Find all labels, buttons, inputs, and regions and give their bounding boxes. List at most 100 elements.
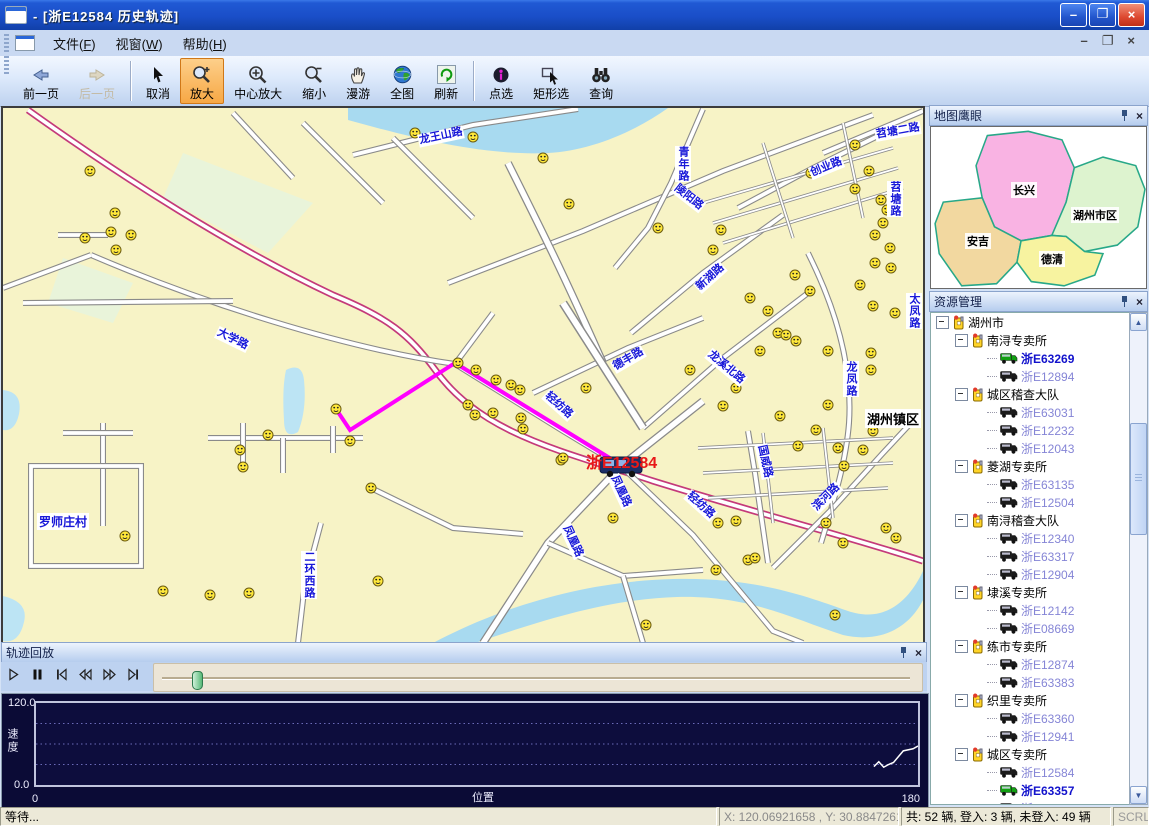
poi-smiley-marker bbox=[882, 205, 892, 215]
tree-vehicle-item[interactable]: 浙E63357 bbox=[931, 781, 1130, 799]
playback-pause-button[interactable] bbox=[26, 665, 49, 688]
toolbar-button-cursor[interactable]: 取消 bbox=[136, 58, 180, 104]
toolbar-button-zoom-center[interactable]: 中心放大 bbox=[224, 58, 292, 104]
tree-vehicle-item[interactable]: 浙E09387 bbox=[931, 799, 1130, 805]
playback-step-end-button[interactable] bbox=[122, 665, 145, 688]
scroll-up-icon[interactable]: ▲ bbox=[1130, 313, 1147, 331]
toolbar-button-rect-select[interactable]: 矩形选 bbox=[523, 58, 579, 104]
tree-vehicle-item[interactable]: 浙E08669 bbox=[931, 619, 1130, 637]
toolbar-button-zoom-out[interactable]: 缩小 bbox=[292, 58, 336, 104]
tree-group-item[interactable]: 织里专卖所 bbox=[931, 691, 1130, 709]
playback-step-start-button[interactable] bbox=[50, 665, 73, 688]
tree-collapse-icon[interactable] bbox=[955, 514, 968, 527]
tree-group-item[interactable]: 菱湖专卖所 bbox=[931, 457, 1130, 475]
tree-collapse-icon[interactable] bbox=[955, 640, 968, 653]
tree-group-item[interactable]: 埭溪专卖所 bbox=[931, 583, 1130, 601]
toolbar-button-zoom-in[interactable]: 放大 bbox=[180, 58, 224, 104]
minimize-button[interactable]: – bbox=[1060, 3, 1087, 27]
toolbar-button-globe[interactable]: 全图 bbox=[380, 58, 424, 104]
tree-vehicle-item[interactable]: 浙E63135 bbox=[931, 475, 1130, 493]
mdi-restore-button[interactable]: ❐ bbox=[1102, 33, 1114, 49]
truck-offline-icon bbox=[1000, 496, 1018, 508]
poi-smiley-marker bbox=[858, 445, 868, 455]
tree-collapse-icon[interactable] bbox=[955, 388, 968, 401]
toolbar-button-arrow-back[interactable]: 前一页 bbox=[13, 58, 69, 104]
restore-button[interactable]: ❐ bbox=[1089, 3, 1116, 27]
app-icon bbox=[5, 6, 27, 24]
tree-vehicle-item[interactable]: 浙E12584 bbox=[931, 763, 1130, 781]
poi-smiley-marker bbox=[111, 245, 121, 255]
cursor-icon bbox=[148, 63, 168, 87]
status-coordinates: X: 120.06921658 , Y: 30.88472612 bbox=[719, 807, 899, 826]
tree-group-item[interactable]: 城区专卖所 bbox=[931, 745, 1130, 763]
playback-slider[interactable] bbox=[153, 663, 923, 692]
playback-play-button[interactable] bbox=[2, 665, 25, 688]
playback-rewind-button[interactable] bbox=[74, 665, 97, 688]
tree-vehicle-item[interactable]: 浙E12874 bbox=[931, 655, 1130, 673]
poi-smiley-marker bbox=[331, 404, 341, 414]
tree-collapse-icon[interactable] bbox=[936, 316, 949, 329]
tree-vehicle-item[interactable]: 浙E12043 bbox=[931, 439, 1130, 457]
close-icon[interactable]: × bbox=[1136, 295, 1143, 309]
mdi-close-button[interactable]: × bbox=[1127, 33, 1135, 49]
pin-icon[interactable] bbox=[1120, 110, 1129, 121]
close-icon[interactable]: × bbox=[915, 646, 922, 660]
menu-item-2[interactable]: 帮助(H) bbox=[173, 31, 237, 56]
tree-vehicle-item[interactable]: 浙E12894 bbox=[931, 367, 1130, 385]
map-canvas[interactable]: 龙王山路青年路陵阳路创业路苕塘二路苕塘路新湖路大学路德丰路龙溪北路轻纺路轻纺路龙… bbox=[1, 106, 925, 645]
tree-vehicle-item[interactable]: 浙E12232 bbox=[931, 421, 1130, 439]
tree-collapse-icon[interactable] bbox=[955, 748, 968, 761]
tree-scrollbar[interactable]: ▲ ▼ bbox=[1129, 312, 1148, 805]
tree-item-label: 城区稽查大队 bbox=[987, 386, 1059, 403]
toolbar-button-arrow-forward[interactable]: 后一页 bbox=[69, 58, 125, 104]
toolbar-button-binoculars[interactable]: 查询 bbox=[579, 58, 623, 104]
tree-collapse-icon[interactable] bbox=[955, 586, 968, 599]
menu-item-0[interactable]: 文件(F) bbox=[43, 31, 106, 56]
tree-group-item[interactable]: 南浔稽查大队 bbox=[931, 511, 1130, 529]
truck-offline-icon bbox=[1000, 478, 1018, 490]
scrollbar-thumb[interactable] bbox=[1130, 423, 1147, 535]
close-icon[interactable]: × bbox=[1136, 109, 1143, 123]
close-button[interactable]: × bbox=[1118, 3, 1145, 27]
tree-vehicle-item[interactable]: 浙E12340 bbox=[931, 529, 1130, 547]
tree-vehicle-item[interactable]: 浙E12504 bbox=[931, 493, 1130, 511]
tree-collapse-icon[interactable] bbox=[955, 460, 968, 473]
playback-panel: 轨迹回放 × 120.0 0.0 速度 0 位置 180 bbox=[1, 642, 927, 806]
mdi-window-icon[interactable] bbox=[15, 35, 35, 51]
toolbar-grip[interactable] bbox=[4, 56, 9, 74]
toolbar-grip[interactable] bbox=[4, 34, 9, 52]
toolbar-button-info[interactable]: 点选 bbox=[479, 58, 523, 104]
tree-vehicle-item[interactable]: 浙E12904 bbox=[931, 565, 1130, 583]
tree-item-label: 浙E63317 bbox=[1021, 548, 1074, 565]
tree-vehicle-item[interactable]: 浙E63360 bbox=[931, 709, 1130, 727]
map-graphics bbox=[3, 108, 923, 643]
toolbar-button-refresh[interactable]: 刷新 bbox=[424, 58, 468, 104]
slider-track[interactable] bbox=[162, 677, 910, 679]
tree-collapse-icon[interactable] bbox=[955, 334, 968, 347]
tree-item-label: 浙E12584 bbox=[1021, 764, 1074, 781]
tree-group-item[interactable]: 南浔专卖所 bbox=[931, 331, 1130, 349]
eagle-eye-map[interactable]: 长兴湖州市区安吉德清 bbox=[930, 126, 1147, 289]
tree-vehicle-item[interactable]: 浙E63383 bbox=[931, 673, 1130, 691]
poi-smiley-marker bbox=[793, 441, 803, 451]
tree-collapse-icon[interactable] bbox=[955, 694, 968, 707]
playback-fast-forward-button[interactable] bbox=[98, 665, 121, 688]
pin-icon[interactable] bbox=[899, 647, 908, 658]
poi-smiley-marker bbox=[120, 531, 130, 541]
tree-group-item[interactable]: 练市专卖所 bbox=[931, 637, 1130, 655]
tree-vehicle-item[interactable]: 浙E63317 bbox=[931, 547, 1130, 565]
tree-vehicle-item[interactable]: 浙E63031 bbox=[931, 403, 1130, 421]
tree-vehicle-item[interactable]: 浙E12941 bbox=[931, 727, 1130, 745]
pin-icon[interactable] bbox=[1120, 296, 1129, 307]
poi-smiley-marker bbox=[711, 565, 721, 575]
tree-vehicle-item[interactable]: 浙E12142 bbox=[931, 601, 1130, 619]
mdi-minimize-button[interactable]: – bbox=[1081, 33, 1088, 49]
poi-smiley-marker bbox=[685, 365, 695, 375]
tree-vehicle-item[interactable]: 浙E63269 bbox=[931, 349, 1130, 367]
scroll-down-icon[interactable]: ▼ bbox=[1130, 786, 1147, 804]
toolbar-button-hand[interactable]: 漫游 bbox=[336, 58, 380, 104]
slider-thumb[interactable] bbox=[192, 671, 203, 690]
tree-group-item[interactable]: 湖州市 bbox=[931, 313, 1130, 331]
menu-item-1[interactable]: 视窗(W) bbox=[106, 31, 173, 56]
tree-group-item[interactable]: 城区稽查大队 bbox=[931, 385, 1130, 403]
